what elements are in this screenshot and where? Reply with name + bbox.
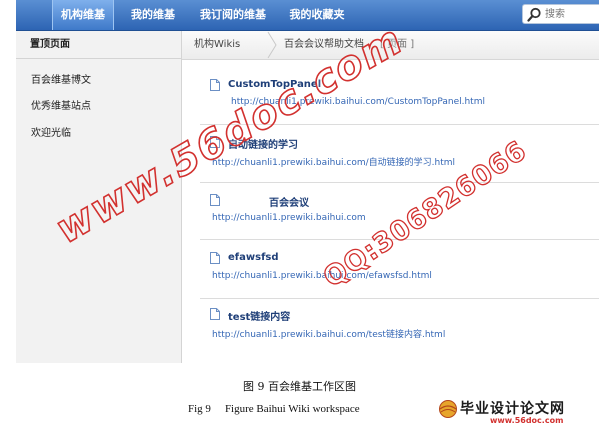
tab-institution-wiki[interactable]: 机构维基 xyxy=(52,0,114,30)
tab-label: 我订阅的维基 xyxy=(200,8,266,21)
logo-site-url: www.56doc.com xyxy=(490,416,564,425)
sidebar-item-baihui-wiki-blog[interactable]: 百会维基博文 xyxy=(31,71,91,86)
divider xyxy=(200,298,599,299)
site-logo: 毕业设计论文网 www.56doc.com xyxy=(438,397,598,428)
sidebar-title: 置顶页面 xyxy=(16,31,181,59)
search-box[interactable] xyxy=(522,4,599,24)
tab-label: 机构维基 xyxy=(61,8,105,21)
logo-brand-text: 毕业设计论文网 xyxy=(460,401,565,417)
page-url-link[interactable]: http://chuanli1.prewiki.baihui.com/test链… xyxy=(212,327,445,340)
tab-label: 我的收藏夹 xyxy=(289,8,345,21)
breadcrumb-root[interactable]: 机构Wikis xyxy=(194,31,240,59)
sidebar-item-welcome[interactable]: 欢迎光临 xyxy=(31,124,71,139)
page-title-link[interactable]: efawsfsd xyxy=(228,252,279,263)
document-icon xyxy=(210,308,220,320)
top-navigation-bar: 机构维基 我的维基 我订阅的维基 我的收藏夹 xyxy=(16,0,599,31)
figure-title: Figure Baihui Wiki workspace xyxy=(224,403,360,415)
search-input[interactable] xyxy=(545,7,597,21)
tab-favorites[interactable]: 我的收藏夹 xyxy=(279,0,355,30)
page-url-link[interactable]: http://chuanli1.prewiki.baihui.com xyxy=(212,213,366,223)
page-title-link[interactable]: test链接内容 xyxy=(228,308,290,323)
page-url-link[interactable]: http://chuanli1.prewiki.baihui.com/自动链接的… xyxy=(212,155,455,168)
divider xyxy=(200,182,599,183)
sidebar-item-featured-wiki-sites[interactable]: 优秀维基站点 xyxy=(31,97,91,112)
breadcrumb-separator-icon xyxy=(267,31,277,59)
figure-caption-english: Fig 9 Figure Baihui Wiki workspace xyxy=(188,403,360,415)
figure-number: Fig 9 xyxy=(188,403,211,415)
tab-subscribed-wiki[interactable]: 我订阅的维基 xyxy=(188,0,278,30)
document-icon xyxy=(210,79,220,91)
page-title-link[interactable]: 百会会议 xyxy=(269,194,309,209)
document-icon xyxy=(210,252,220,264)
search-icon[interactable] xyxy=(527,7,542,22)
globe-logo-icon xyxy=(439,400,457,418)
figure-caption-chinese: 图 9 百会维基工作区图 xyxy=(243,380,356,393)
tab-label: 我的维基 xyxy=(131,8,175,21)
tab-my-wiki[interactable]: 我的维基 xyxy=(122,0,184,30)
document-icon xyxy=(210,194,220,206)
